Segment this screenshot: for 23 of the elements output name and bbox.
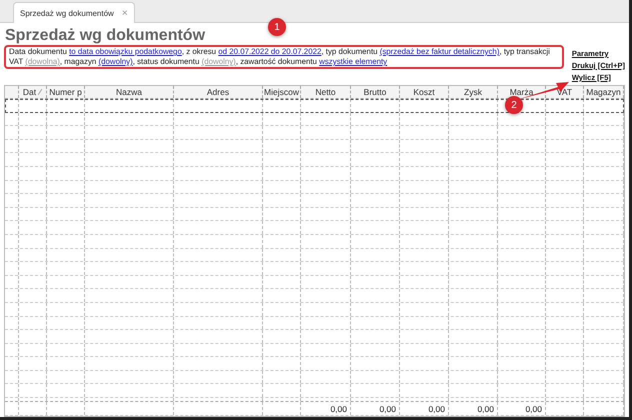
total-value: 0,00 bbox=[428, 404, 445, 414]
document-tab[interactable]: Sprzedaż wg dokumentów × bbox=[13, 2, 135, 23]
column-header[interactable]: Brutto bbox=[351, 86, 400, 98]
column-header[interactable]: Adres bbox=[174, 86, 263, 98]
column-header[interactable]: Zysk bbox=[449, 86, 498, 98]
sort-icon bbox=[38, 89, 42, 95]
column-header[interactable]: Nazwa bbox=[85, 86, 174, 98]
column-header[interactable]: Magazyn bbox=[584, 86, 624, 98]
column-header[interactable]: Numer p bbox=[47, 86, 85, 98]
total-value: 0,00 bbox=[330, 404, 347, 414]
tab-label: Sprzedaż wg dokumentów bbox=[20, 8, 114, 18]
column-header[interactable]: Netto bbox=[301, 86, 351, 98]
total-value: 0,00 bbox=[477, 404, 494, 414]
column-header[interactable]: Miejscow bbox=[263, 86, 301, 98]
annotation-marker: 2 bbox=[505, 96, 523, 114]
annotation-marker: 1 bbox=[268, 18, 286, 36]
page-title: Sprzedaż wg dokumentów bbox=[4, 26, 206, 45]
column-header[interactable]: Koszt bbox=[400, 86, 449, 98]
total-value: 0,00 bbox=[379, 404, 396, 414]
total-value: 0,00 bbox=[525, 404, 542, 414]
column-header[interactable]: VAT bbox=[546, 86, 584, 98]
column-header[interactable]: Dat bbox=[19, 86, 47, 98]
column-header[interactable]: Marża bbox=[498, 86, 546, 98]
